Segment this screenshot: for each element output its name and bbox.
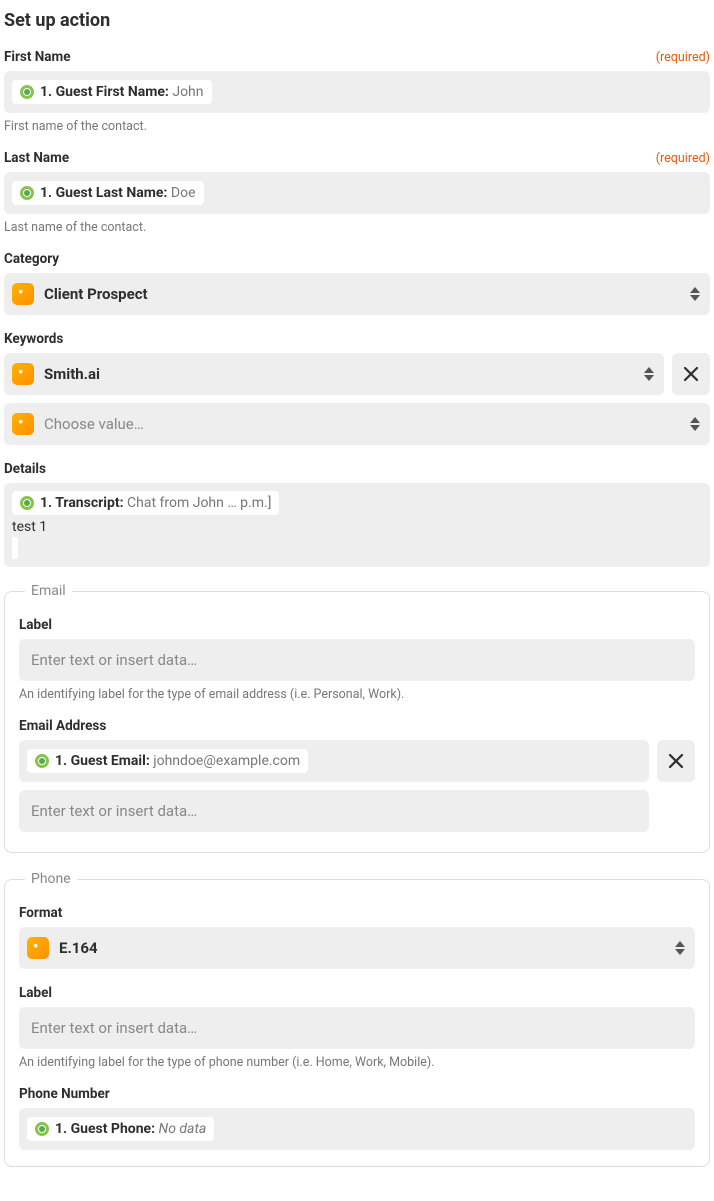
data-source-icon (20, 186, 34, 200)
pill-value: John (172, 84, 203, 100)
phone-label-input[interactable]: Enter text or insert data… (19, 1007, 695, 1049)
required-indicator: (required) (656, 151, 710, 166)
required-indicator: (required) (656, 50, 710, 65)
close-icon (683, 366, 699, 382)
field-email-address: Email Address 1. Guest Email: johndoe@ex… (19, 718, 695, 832)
email-label-helper: An identifying label for the type of ema… (19, 687, 695, 702)
details-pill[interactable]: 1. Transcript: Chat from John … p.m.] (12, 491, 279, 515)
field-last-name: Last Name (required) 1. Guest Last Name:… (4, 150, 710, 235)
field-phone-label: Label Enter text or insert data… An iden… (19, 985, 695, 1070)
choose-value-placeholder: Choose value… (44, 415, 144, 433)
chevron-updown-icon (675, 941, 685, 955)
data-source-icon (35, 754, 49, 768)
pill-nodata: No data (159, 1121, 207, 1137)
field-category: Category Client Prospect (4, 251, 710, 315)
first-name-pill[interactable]: 1. Guest First Name: John (12, 80, 212, 104)
email-pill[interactable]: 1. Guest Email: johndoe@example.com (27, 749, 308, 773)
last-name-input[interactable]: 1. Guest Last Name: Doe (4, 172, 710, 214)
pill-label: 1. Transcript: (40, 495, 124, 511)
keywords-add-select[interactable]: Choose value… (4, 403, 710, 445)
pill-value: Doe (171, 185, 196, 201)
field-email-label: Label Enter text or insert data… An iden… (19, 617, 695, 702)
placeholder-text: Enter text or insert data… (31, 651, 197, 669)
first-name-input[interactable]: 1. Guest First Name: John (4, 71, 710, 113)
pill-label: 1. Guest Email: (55, 753, 150, 769)
field-phone-number: Phone Number 1. Guest Phone: No data (19, 1086, 695, 1150)
placeholder-text: Enter text or insert data… (31, 1019, 197, 1037)
phone-legend: Phone (25, 871, 77, 887)
keywords-select[interactable]: Smith.ai (4, 353, 664, 395)
email-legend: Email (25, 583, 72, 599)
app-icon (27, 937, 49, 959)
category-value: Client Prospect (44, 285, 148, 303)
phone-number-label: Phone Number (19, 1086, 110, 1102)
phone-number-input[interactable]: 1. Guest Phone: No data (19, 1108, 695, 1150)
email-address-label: Email Address (19, 718, 106, 734)
details-input[interactable]: 1. Transcript: Chat from John … p.m.] te… (4, 483, 710, 567)
app-icon (12, 283, 34, 305)
email-remove-button[interactable] (657, 740, 695, 782)
page-title: Set up action (4, 10, 710, 31)
phone-format-label: Format (19, 905, 62, 921)
phone-format-value: E.164 (59, 939, 98, 957)
email-address-add-input[interactable]: Enter text or insert data… (19, 790, 649, 832)
field-details: Details 1. Transcript: Chat from John … … (4, 461, 710, 567)
first-name-label: First Name (4, 49, 71, 65)
keywords-remove-button[interactable] (672, 353, 710, 395)
data-source-icon (35, 1122, 49, 1136)
pill-value: johndoe@example.com (153, 753, 300, 769)
data-source-icon (20, 85, 34, 99)
first-name-helper: First name of the contact. (4, 119, 710, 134)
keywords-value: Smith.ai (44, 365, 100, 383)
pill-value: Chat from John … p.m.] (127, 495, 271, 511)
phone-label-label: Label (19, 985, 52, 1001)
field-keywords: Keywords Smith.ai Choose value… (4, 331, 710, 445)
app-icon (12, 363, 34, 385)
phone-pill[interactable]: 1. Guest Phone: No data (27, 1117, 214, 1141)
pill-label: 1. Guest Phone: (55, 1121, 155, 1137)
email-label-label: Label (19, 617, 52, 633)
email-group: Email Label Enter text or insert data… A… (4, 583, 710, 853)
email-address-input[interactable]: 1. Guest Email: johndoe@example.com (19, 740, 649, 782)
phone-format-select[interactable]: E.164 (19, 927, 695, 969)
phone-group: Phone Format E.164 Label Enter text or i… (4, 871, 710, 1167)
text-cursor (12, 537, 18, 559)
phone-label-helper: An identifying label for the type of pho… (19, 1055, 695, 1070)
keywords-label: Keywords (4, 331, 63, 347)
details-label: Details (4, 461, 46, 477)
placeholder-text: Enter text or insert data… (31, 802, 197, 820)
chevron-updown-icon (690, 287, 700, 301)
last-name-label: Last Name (4, 150, 69, 166)
category-label: Category (4, 251, 59, 267)
pill-label: 1. Guest Last Name: (40, 185, 167, 201)
email-label-input[interactable]: Enter text or insert data… (19, 639, 695, 681)
field-phone-format: Format E.164 (19, 905, 695, 969)
last-name-pill[interactable]: 1. Guest Last Name: Doe (12, 181, 204, 205)
field-first-name: First Name (required) 1. Guest First Nam… (4, 49, 710, 134)
app-icon (12, 413, 34, 435)
chevron-updown-icon (644, 367, 654, 381)
chevron-updown-icon (690, 417, 700, 431)
last-name-helper: Last name of the contact. (4, 220, 710, 235)
pill-label: 1. Guest First Name: (40, 84, 169, 100)
category-select[interactable]: Client Prospect (4, 273, 710, 315)
data-source-icon (20, 496, 34, 510)
close-icon (668, 753, 684, 769)
details-text: test 1 (12, 519, 702, 535)
